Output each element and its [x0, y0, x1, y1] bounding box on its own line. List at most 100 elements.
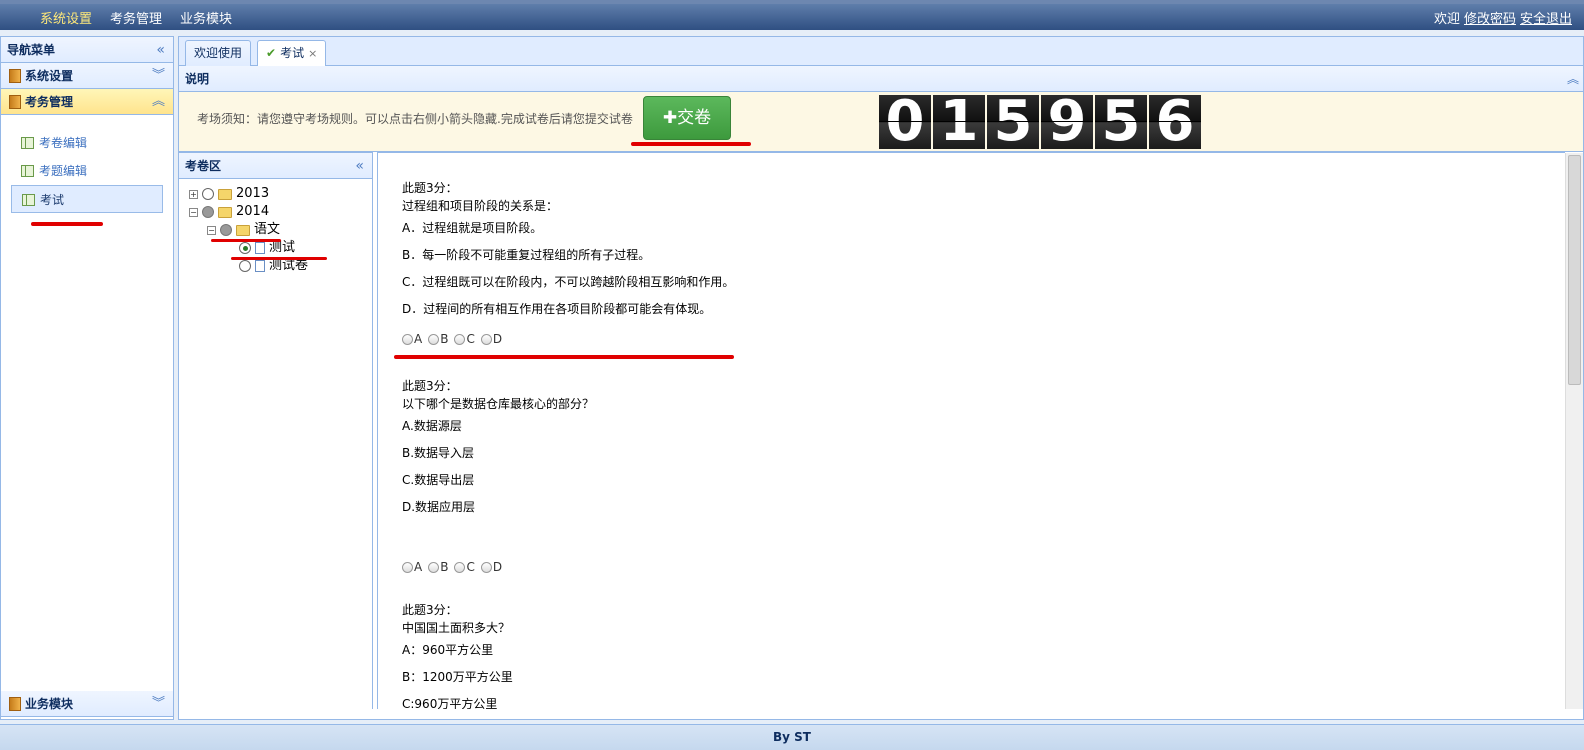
file-icon [255, 260, 265, 272]
tab-label: 欢迎使用 [194, 46, 243, 60]
question-option: B：1200万平方公里 [402, 670, 513, 684]
answer-radio[interactable]: D [480, 332, 502, 346]
answer-label: B [440, 560, 449, 574]
paper-tree: + 2013 − 2014 − 语文 测试 测试卷 [179, 179, 372, 273]
tree-node-label: 2013 [236, 186, 270, 201]
tab-label: 考试 [280, 46, 305, 60]
folder-icon [9, 69, 21, 83]
folder-icon [218, 188, 232, 200]
timer-digit: 6 [1149, 95, 1201, 149]
question-text: 过程组和项目阶段的关系是： [402, 199, 559, 213]
radio-icon[interactable] [402, 561, 413, 573]
chevron-down-icon[interactable]: ︾ [152, 691, 165, 717]
tree-node-2013[interactable]: + 2013 [189, 185, 269, 203]
main-content: 欢迎使用 ✔ 考试 × 说明 ︽ 考场须知：请您遵守考场规则。可以点击右侧小箭头隐藏… [178, 36, 1584, 720]
folder-icon [9, 95, 21, 109]
nav-item-paper-edit[interactable]: 考卷编辑 [11, 129, 163, 157]
submit-paper-button[interactable]: ✚交卷 [643, 96, 731, 140]
radio-icon[interactable] [480, 333, 492, 345]
answer-radio[interactable]: A [402, 560, 422, 574]
answer-label: C [466, 560, 475, 574]
left-navigation: 导航菜单 « 系统设置 ︾ 考务管理 ︽ 考卷编辑 考题编辑 考试 业务模块 ︾ [0, 36, 174, 720]
check-icon: ✔ [266, 46, 277, 60]
tab-bar: 欢迎使用 ✔ 考试 × [179, 37, 1583, 67]
logout-link[interactable]: 安全退出 [1520, 8, 1572, 27]
change-password-link[interactable]: 修改密码 [1464, 8, 1516, 27]
question-block: 此题3分： 过程组和项目阶段的关系是： A．过程组就是项目阶段。 B．每一阶段不… [402, 179, 734, 349]
question-option: A．过程组就是项目阶段。 [402, 221, 543, 235]
nav-item-label: 考试 [40, 193, 65, 207]
answer-radios: A B C D [402, 557, 594, 577]
nav-item-exam[interactable]: 考试 [11, 185, 163, 213]
nav-item-label: 考题编辑 [39, 164, 88, 178]
answer-label: A [414, 560, 423, 574]
footer: By ST [0, 724, 1584, 750]
answer-radio[interactable]: C [454, 332, 475, 346]
radio-icon[interactable] [428, 561, 440, 573]
tree-radio[interactable] [239, 260, 251, 272]
collapse-left-icon[interactable]: « [156, 37, 165, 63]
red-annotation-mark [231, 257, 327, 260]
radio-icon[interactable] [454, 333, 466, 345]
close-icon[interactable]: × [308, 47, 317, 60]
answer-radio[interactable]: B [428, 560, 448, 574]
question-option: C.数据导出层 [402, 473, 475, 487]
answer-radio[interactable]: B [428, 332, 448, 346]
tree-panel-title: 考卷区 [185, 159, 222, 173]
accordion-exam-management[interactable]: 考务管理 ︽ [1, 89, 173, 115]
menu-exam-management[interactable]: 考务管理 [110, 8, 162, 27]
question-area: 此题3分： 过程组和项目阶段的关系是： A．过程组就是项目阶段。 B．每一阶段不… [377, 152, 1565, 709]
accordion-business-module[interactable]: 业务模块 ︾ [1, 691, 173, 717]
accordion-system-settings[interactable]: 系统设置 ︾ [1, 63, 173, 89]
nav-item-label: 考卷编辑 [39, 136, 88, 150]
radio-icon[interactable] [454, 561, 466, 573]
tree-node-chinese[interactable]: − 语文 [207, 221, 280, 239]
answer-label: D [492, 560, 503, 574]
user-links: 欢迎 修改密码 安全退出 [1434, 8, 1572, 27]
chevron-down-icon[interactable]: ︾ [152, 63, 165, 89]
nav-item-question-edit[interactable]: 考题编辑 [11, 157, 163, 185]
timer-digit: 0 [879, 95, 931, 149]
question-score: 此题3分： [402, 603, 458, 617]
accordion-label: 系统设置 [25, 69, 74, 83]
menu-system-settings[interactable]: 系统设置 [40, 8, 92, 27]
tab-welcome[interactable]: 欢迎使用 [185, 40, 252, 66]
tree-node-2014[interactable]: − 2014 [189, 203, 269, 221]
tree-radio[interactable] [202, 188, 214, 200]
top-menu: 系统设置 考务管理 业务模块 [40, 8, 232, 27]
folder-icon [218, 206, 232, 218]
red-annotation-mark [631, 142, 751, 146]
question-score: 此题3分： [402, 181, 458, 195]
question-option: A：960平方公里 [402, 643, 494, 657]
answer-radio[interactable]: C [454, 560, 475, 574]
tab-exam[interactable]: ✔ 考试 × [257, 40, 327, 67]
answer-radio[interactable]: A [402, 332, 422, 346]
accordion-exam-body: 考卷编辑 考题编辑 考试 [1, 115, 173, 691]
chevron-up-icon[interactable]: ︽ [152, 89, 165, 115]
welcome-text: 欢迎 [1433, 12, 1460, 27]
scrollbar-thumb[interactable] [1568, 155, 1581, 385]
tree-panel-header: 考卷区 « [179, 153, 372, 179]
collapse-up-icon[interactable]: ︽ [1567, 66, 1579, 92]
question-score: 此题3分： [402, 379, 458, 393]
menu-business-module[interactable]: 业务模块 [180, 8, 232, 27]
question-option: B.数据导入层 [402, 446, 475, 460]
vertical-scrollbar[interactable] [1565, 153, 1583, 709]
collapse-icon[interactable]: − [207, 225, 216, 235]
radio-icon[interactable] [428, 333, 440, 345]
answer-radios: A B C D [402, 329, 734, 349]
tree-radio[interactable] [202, 206, 214, 218]
collapse-icon[interactable]: − [189, 207, 198, 217]
tree-radio[interactable] [239, 242, 251, 254]
expand-icon[interactable]: + [189, 189, 198, 199]
radio-icon[interactable] [402, 333, 413, 345]
question-option: C:960万平方公里 [402, 697, 498, 709]
answer-radio[interactable]: D [480, 560, 503, 574]
timer-digit: 5 [1095, 95, 1147, 149]
collapse-left-icon[interactable]: « [355, 153, 364, 179]
radio-icon[interactable] [480, 561, 492, 573]
tree-radio[interactable] [220, 224, 232, 236]
timer-digit: 1 [933, 95, 985, 149]
description-header: 说明 ︽ [179, 66, 1583, 92]
answer-label: A [414, 332, 423, 346]
